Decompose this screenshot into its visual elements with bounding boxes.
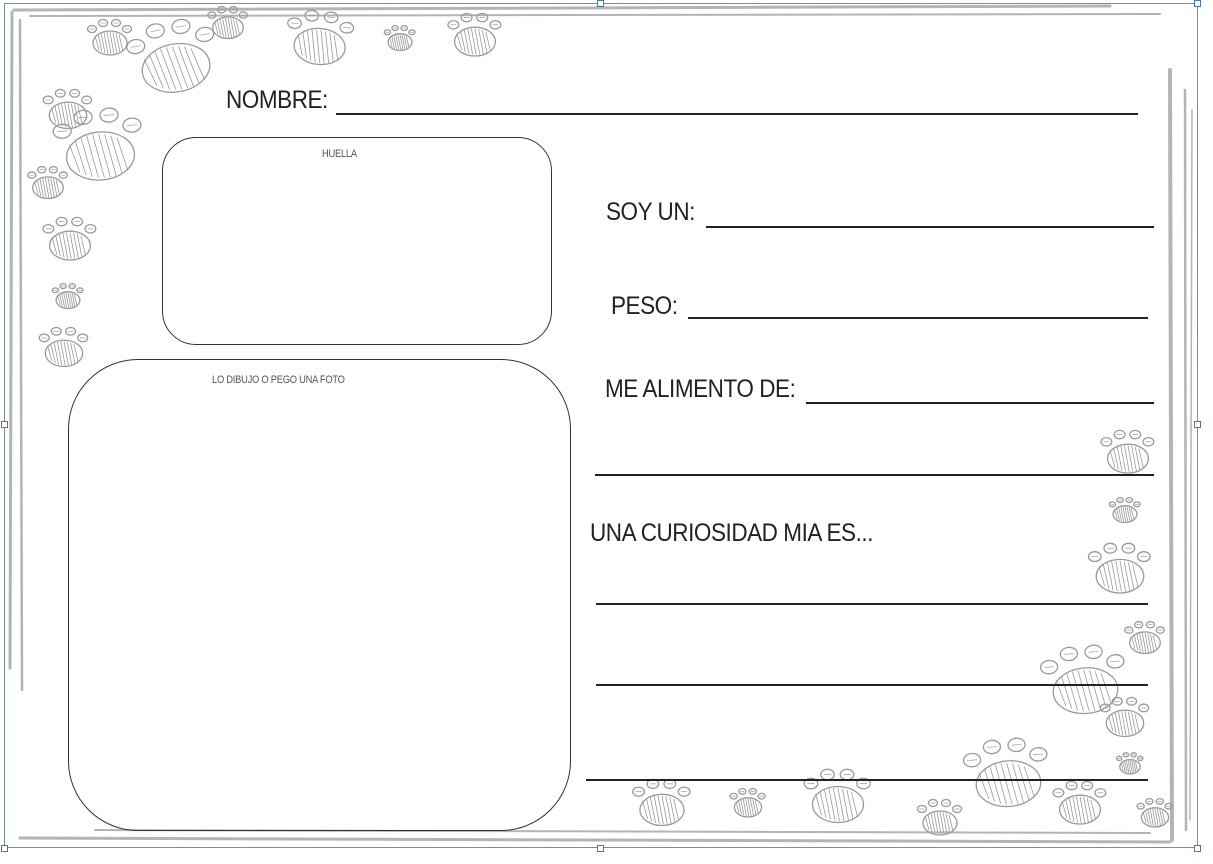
name-label: NOMBRE:: [226, 86, 328, 114]
resize-handle-top[interactable]: [597, 0, 604, 7]
curiosidad-answer-line-3[interactable]: [586, 779, 1148, 781]
photo-box[interactable]: [68, 359, 571, 831]
resize-handle-top-right[interactable]: [1194, 0, 1201, 7]
resize-handle-bottom-right[interactable]: [1194, 845, 1201, 852]
alimento-answer-line-2[interactable]: [595, 474, 1154, 476]
resize-handle-left[interactable]: [1, 421, 8, 428]
fingerprint-box[interactable]: [162, 137, 552, 345]
soy-answer-line[interactable]: [706, 226, 1154, 228]
worksheet-page: NOMBRE: HUELLA LO DIBUJO O PEGO UNA FOTO…: [0, 0, 1213, 864]
curiosidad-label: UNA CURIOSIDAD MIA ES...: [590, 519, 874, 547]
peso-answer-line[interactable]: [688, 317, 1148, 319]
curiosidad-answer-line-2[interactable]: [596, 684, 1148, 686]
alimento-label: ME ALIMENTO DE:: [605, 375, 796, 403]
peso-label: PESO:: [611, 292, 678, 320]
curiosidad-answer-line-1[interactable]: [596, 603, 1148, 605]
resize-handle-bottom[interactable]: [597, 845, 604, 852]
soy-label: SOY UN:: [606, 198, 695, 226]
resize-handle-bottom-left[interactable]: [1, 845, 8, 852]
fingerprint-box-label: HUELLA: [322, 148, 357, 160]
name-answer-line[interactable]: [336, 113, 1138, 115]
photo-box-label: LO DIBUJO O PEGO UNA FOTO: [212, 374, 345, 386]
alimento-answer-line[interactable]: [806, 402, 1154, 404]
resize-handle-right[interactable]: [1194, 421, 1201, 428]
